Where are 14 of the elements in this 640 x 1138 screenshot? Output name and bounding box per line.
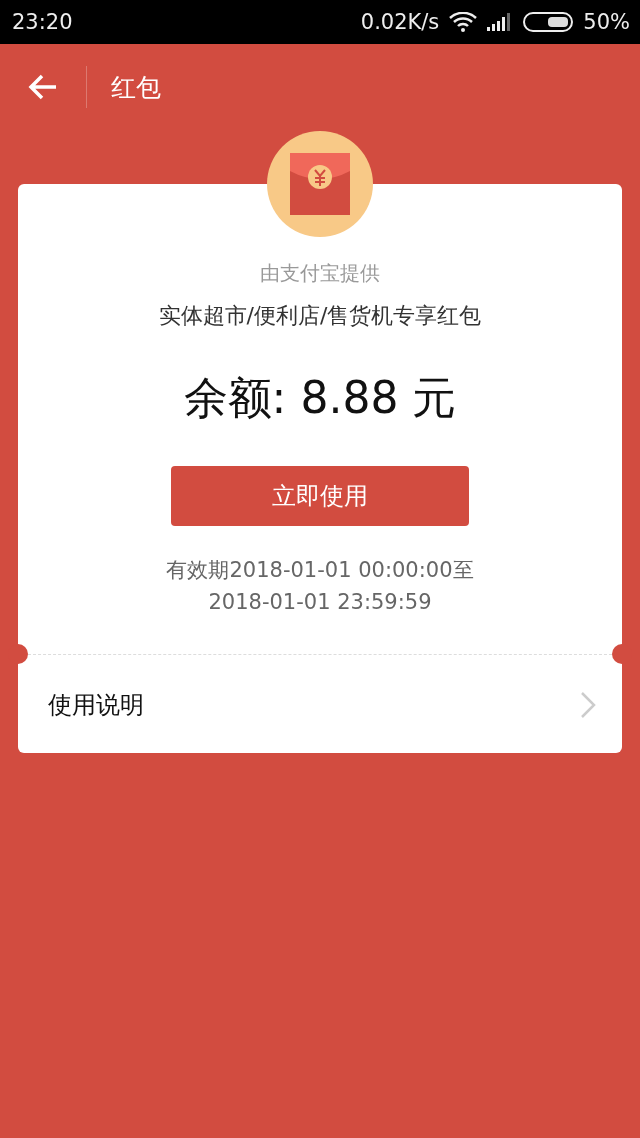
- wifi-icon: [449, 12, 478, 32]
- instructions-link[interactable]: 使用说明: [48, 689, 144, 721]
- use-now-button[interactable]: 立即使用: [171, 466, 469, 526]
- status-time: 23:20: [12, 10, 73, 34]
- envelope-icon: [267, 131, 373, 237]
- provider-text: 由支付宝提供: [260, 260, 380, 287]
- battery-icon: [523, 12, 574, 32]
- balance-amount: 余额: 8.88 元: [183, 371, 457, 425]
- page-title: 红包: [111, 71, 161, 104]
- network-speed: 0.02K/s: [360, 10, 440, 34]
- back-arrow-icon[interactable]: [28, 74, 58, 100]
- offer-subtitle: 实体超市/便利店/售货机专享红包: [158, 302, 482, 330]
- validity-period: 有效期2018-01-01 00:00:00至 2018-01-01 23:59:59: [166, 557, 474, 616]
- battery-percent: 50%: [583, 10, 630, 34]
